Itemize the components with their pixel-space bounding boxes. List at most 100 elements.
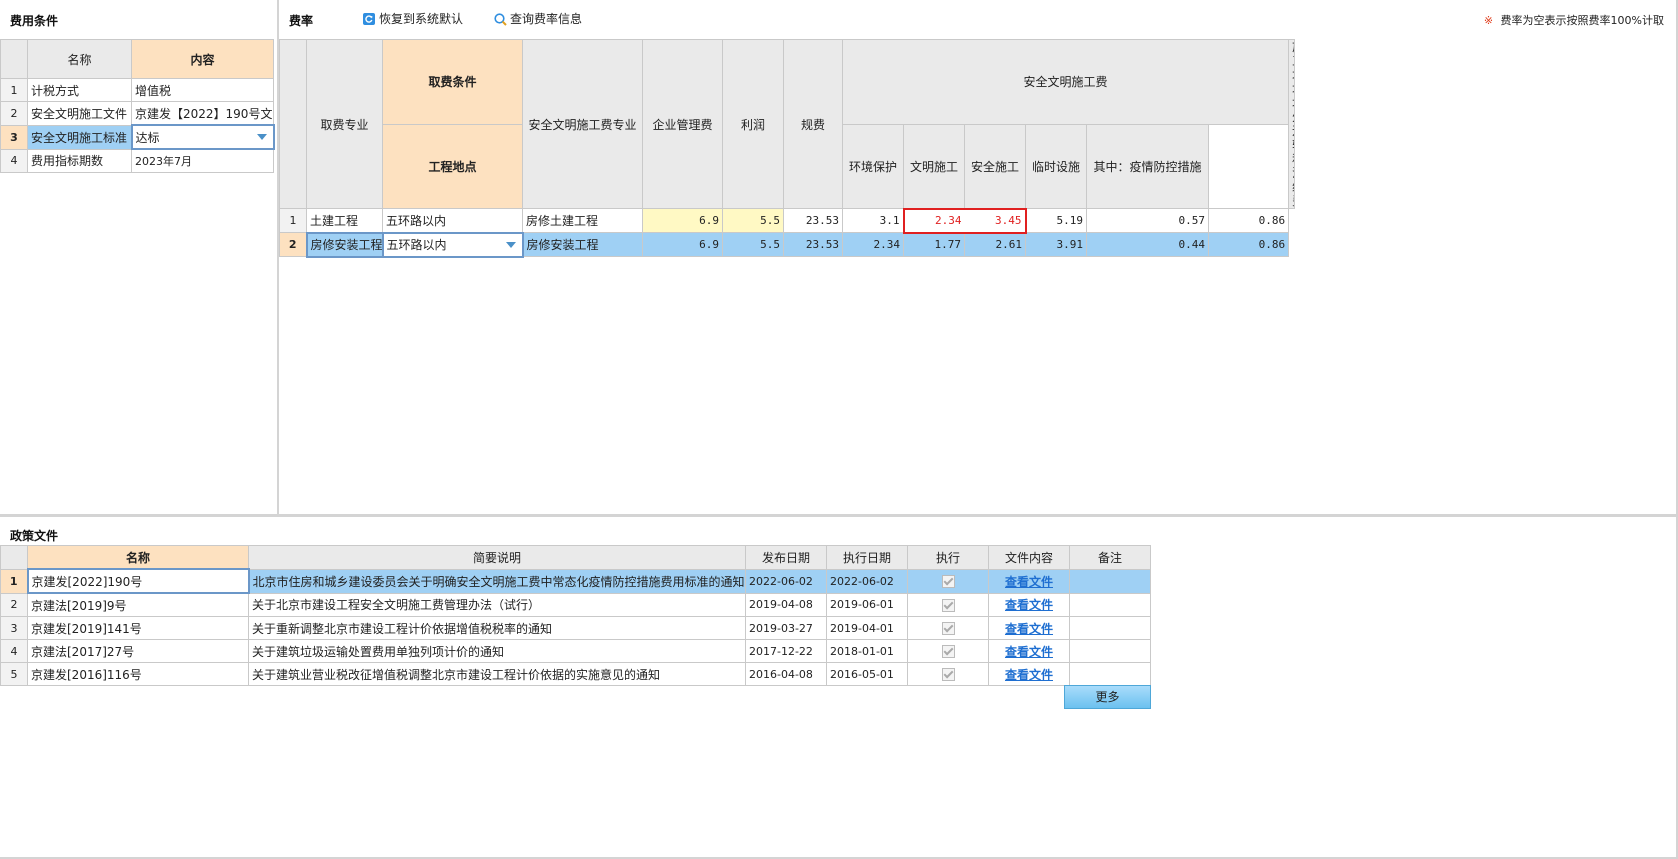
col-header-name[interactable]: 名称 — [27, 545, 249, 570]
safety-specialty-cell[interactable]: 房修土建工程 — [522, 208, 643, 233]
col-header-safety-specialty[interactable]: 安全文明施工费专业 — [522, 39, 643, 209]
query-rate-button[interactable]: 查询费率信息 — [494, 10, 582, 27]
rate-row[interactable]: 1 土建工程 五环路以内 房修土建工程 6.9 5.5 23.53 3.1 2.… — [279, 207, 1295, 234]
fees-cell[interactable]: 23.53 — [783, 208, 843, 233]
chevron-down-icon[interactable] — [256, 134, 267, 140]
col-header-env[interactable]: 环境保护 — [842, 123, 904, 209]
more-button[interactable]: 更多 — [1064, 685, 1151, 709]
policy-row[interactable]: 3 京建发[2019]141号 关于重新调整北京市建设工程计价依据增值税税率的通… — [0, 616, 1151, 640]
policy-name[interactable]: 京建发[2019]141号 — [27, 616, 249, 640]
env-cell[interactable]: 2.34 — [842, 232, 904, 257]
remark-cell[interactable] — [1069, 568, 1151, 594]
view-file-cell[interactable]: 查看文件 — [988, 616, 1070, 640]
condition-row[interactable]: 1 计税方式 增值税 — [0, 78, 274, 102]
epidemic-cell[interactable]: 0.57 — [1086, 208, 1209, 233]
col-header-safety-group[interactable]: 安全文明施工费 — [841, 39, 1290, 125]
restore-default-button[interactable]: 恢复到系统默认 — [363, 10, 463, 27]
col-header-content[interactable]: 文件内容 — [988, 545, 1070, 570]
profit-cell[interactable]: 5.5 — [722, 232, 784, 257]
temp-cell[interactable]: 3.91 — [1025, 232, 1087, 257]
location-cell[interactable]: 五环路以内 — [382, 208, 523, 234]
condition-row[interactable]: 4 费用指标期数 2023年7月 — [0, 148, 274, 173]
run-checkbox[interactable] — [907, 616, 989, 640]
col-header-location[interactable]: 工程地点 — [382, 123, 523, 209]
col-header-remark[interactable]: 备注 — [1069, 545, 1151, 570]
col-header-civil[interactable]: 文明施工 — [903, 123, 965, 209]
run-checkbox[interactable] — [907, 592, 989, 617]
col-header-condition[interactable]: 取费条件 — [382, 39, 523, 125]
publish-date: 2019-03-27 — [745, 616, 827, 640]
view-file-cell[interactable]: 查看文件 — [988, 568, 1070, 594]
view-file-link[interactable]: 查看文件 — [1005, 622, 1053, 636]
waste-cell[interactable]: 0.86 — [1207, 232, 1290, 257]
col-header-fees[interactable]: 规费 — [783, 39, 843, 209]
run-checkbox[interactable] — [907, 568, 989, 594]
view-file-link[interactable]: 查看文件 — [1005, 598, 1053, 612]
fee-conditions-title: 费用条件 — [10, 14, 59, 28]
condition-value[interactable]: 京建发【2022】190号文 — [131, 101, 274, 126]
col-header-content[interactable]: 内容 — [131, 39, 274, 79]
policy-row[interactable]: 2 京建法[2019]9号 关于北京市建设工程安全文明施工费管理办法（试行） 2… — [0, 592, 1151, 617]
row-number: 5 — [0, 662, 28, 686]
run-checkbox[interactable] — [907, 639, 989, 663]
view-file-link[interactable]: 查看文件 — [1005, 668, 1053, 682]
safe-cell[interactable]: 3.45 — [964, 207, 1027, 234]
col-header-specialty[interactable]: 取费专业 — [306, 39, 383, 209]
policy-name[interactable]: 京建法[2017]27号 — [27, 639, 249, 663]
policy-row[interactable]: 4 京建法[2017]27号 关于建筑垃圾运输处置费用单独列项计价的通知 201… — [0, 639, 1151, 663]
view-file-cell[interactable]: 查看文件 — [988, 592, 1070, 617]
view-file-link[interactable]: 查看文件 — [1005, 575, 1053, 589]
location-dropdown[interactable]: 五环路以内 — [381, 231, 524, 258]
policy-name[interactable]: 京建发[2016]116号 — [27, 662, 249, 686]
remark-cell[interactable] — [1069, 662, 1151, 686]
col-header-run[interactable]: 执行 — [907, 545, 989, 570]
condition-row[interactable]: 3 安全文明施工标准 达标 — [0, 124, 275, 150]
col-header-temp[interactable]: 临时设施 — [1025, 123, 1087, 209]
condition-row[interactable]: 2 安全文明施工文件 京建发【2022】190号文 — [0, 101, 274, 126]
col-header-desc[interactable]: 简要说明 — [248, 545, 746, 570]
remark-cell[interactable] — [1069, 639, 1151, 663]
mgmt-cell[interactable]: 6.9 — [642, 232, 723, 257]
col-header-publish[interactable]: 发布日期 — [745, 545, 827, 570]
col-header-profit[interactable]: 利润 — [722, 39, 784, 209]
safety-specialty-cell[interactable]: 房修安装工程 — [522, 232, 643, 257]
col-header-waste[interactable]: 施工垃圾场外运输和消纳费 — [1288, 39, 1295, 209]
col-header-exec[interactable]: 执行日期 — [826, 545, 908, 570]
view-file-cell[interactable]: 查看文件 — [988, 639, 1070, 663]
epidemic-cell[interactable]: 0.44 — [1086, 232, 1209, 257]
checkbox-checked-icon — [941, 645, 955, 658]
safe-cell[interactable]: 2.61 — [964, 232, 1026, 257]
condition-value[interactable]: 2023年7月 — [131, 148, 274, 173]
col-header-epidemic[interactable]: 其中：疫情防控措施 — [1086, 123, 1209, 209]
row-number: 2 — [0, 592, 28, 617]
remark-cell[interactable] — [1069, 616, 1151, 640]
condition-value[interactable]: 增值税 — [131, 78, 274, 102]
run-checkbox[interactable] — [907, 662, 989, 686]
civil-cell[interactable]: 1.77 — [903, 232, 965, 257]
rate-row[interactable]: 2 房修安装工程 五环路以内 房修安装工程 6.9 5.5 23.53 2.34… — [279, 231, 1295, 258]
mgmt-cell[interactable]: 6.9 — [642, 208, 723, 233]
temp-cell[interactable]: 5.19 — [1025, 208, 1087, 233]
safety-standard-dropdown[interactable]: 达标 — [130, 124, 275, 150]
policy-row[interactable]: 5 京建发[2016]116号 关于建筑业营业税改征增值税调整北京市建设工程计价… — [0, 662, 1151, 686]
specialty-cell[interactable]: 土建工程 — [306, 208, 383, 233]
fees-cell[interactable]: 23.53 — [783, 232, 843, 257]
col-header-safe[interactable]: 安全施工 — [964, 123, 1026, 209]
chevron-down-icon[interactable] — [505, 241, 516, 248]
col-header-name[interactable]: 名称 — [27, 39, 132, 79]
policy-table: 名称 简要说明 发布日期 执行日期 执行 文件内容 备注 1 京建发[2022]… — [0, 545, 1151, 686]
remark-cell[interactable] — [1069, 592, 1151, 617]
row-number: 4 — [0, 148, 28, 173]
waste-cell[interactable]: 0.86 — [1207, 208, 1290, 233]
policy-row[interactable]: 1 京建发[2022]190号 北京市住房和城乡建设委员会关于明确安全文明施工费… — [0, 568, 1151, 594]
civil-cell[interactable]: 2.34 — [902, 207, 965, 234]
specialty-cell[interactable]: 房修安装工程 — [305, 231, 384, 258]
row-number: 2 — [0, 101, 28, 126]
col-header-mgmt[interactable]: 企业管理费 — [642, 39, 723, 209]
env-cell[interactable]: 3.1 — [842, 208, 904, 233]
policy-name[interactable]: 京建发[2022]190号 — [26, 568, 250, 594]
policy-name[interactable]: 京建法[2019]9号 — [27, 592, 249, 617]
view-file-cell[interactable]: 查看文件 — [988, 662, 1070, 686]
view-file-link[interactable]: 查看文件 — [1005, 645, 1053, 659]
profit-cell[interactable]: 5.5 — [722, 208, 784, 233]
